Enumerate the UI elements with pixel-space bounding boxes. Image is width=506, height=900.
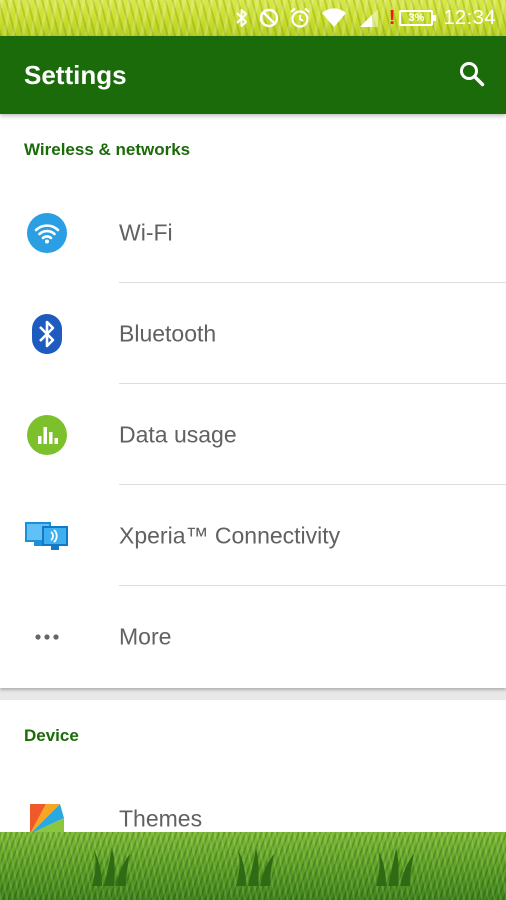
settings-item-label: Wi-Fi [119, 219, 173, 245]
cell-signal-icon [357, 8, 379, 28]
wireless-networks-card: Wireless & networks Wi-Fi Bluetooth Data… [0, 114, 506, 688]
search-button[interactable] [456, 60, 488, 92]
bluetooth-settings-icon [24, 311, 70, 357]
grass-tuft-icon [236, 848, 274, 886]
section-header-wireless: Wireless & networks [24, 140, 191, 159]
alarm-icon [289, 7, 311, 29]
settings-item-label: Themes [119, 805, 203, 831]
page-title: Settings [24, 60, 127, 90]
bluetooth-icon [235, 8, 249, 28]
status-icons: ! 3% 12:34 [235, 6, 496, 30]
status-bar: ! 3% 12:34 [0, 0, 506, 36]
grass-wallpaper [0, 832, 506, 900]
settings-item-label: Data usage [119, 421, 237, 447]
settings-item-label: Xperia™ Connectivity [119, 522, 341, 548]
xperia-connectivity-icon [24, 513, 70, 559]
toolbar: Settings [0, 36, 506, 114]
section-header-device: Device [24, 726, 79, 745]
settings-item-more[interactable]: More [0, 586, 506, 687]
more-dots-icon [24, 614, 70, 660]
battery-percent: 3% [408, 12, 425, 24]
grass-tuft-icon [376, 848, 414, 886]
settings-item-xperia-connectivity[interactable]: Xperia™ Connectivity [0, 485, 506, 586]
wifi-settings-icon [24, 210, 70, 256]
wifi-icon [321, 8, 347, 28]
battery-alert: ! [388, 7, 396, 29]
settings-item-data-usage[interactable]: Data usage [0, 384, 506, 485]
battery-icon: 3% [399, 10, 437, 26]
grass-tuft-icon [92, 848, 130, 886]
do-not-disturb-icon [259, 8, 279, 28]
settings-item-bluetooth[interactable]: Bluetooth [0, 283, 506, 384]
settings-item-wifi[interactable]: Wi-Fi [0, 182, 506, 283]
clock: 12:34 [443, 6, 496, 29]
data-usage-icon [24, 412, 70, 458]
settings-item-label: Bluetooth [119, 320, 217, 346]
search-icon [459, 61, 485, 92]
settings-item-label: More [119, 623, 172, 649]
